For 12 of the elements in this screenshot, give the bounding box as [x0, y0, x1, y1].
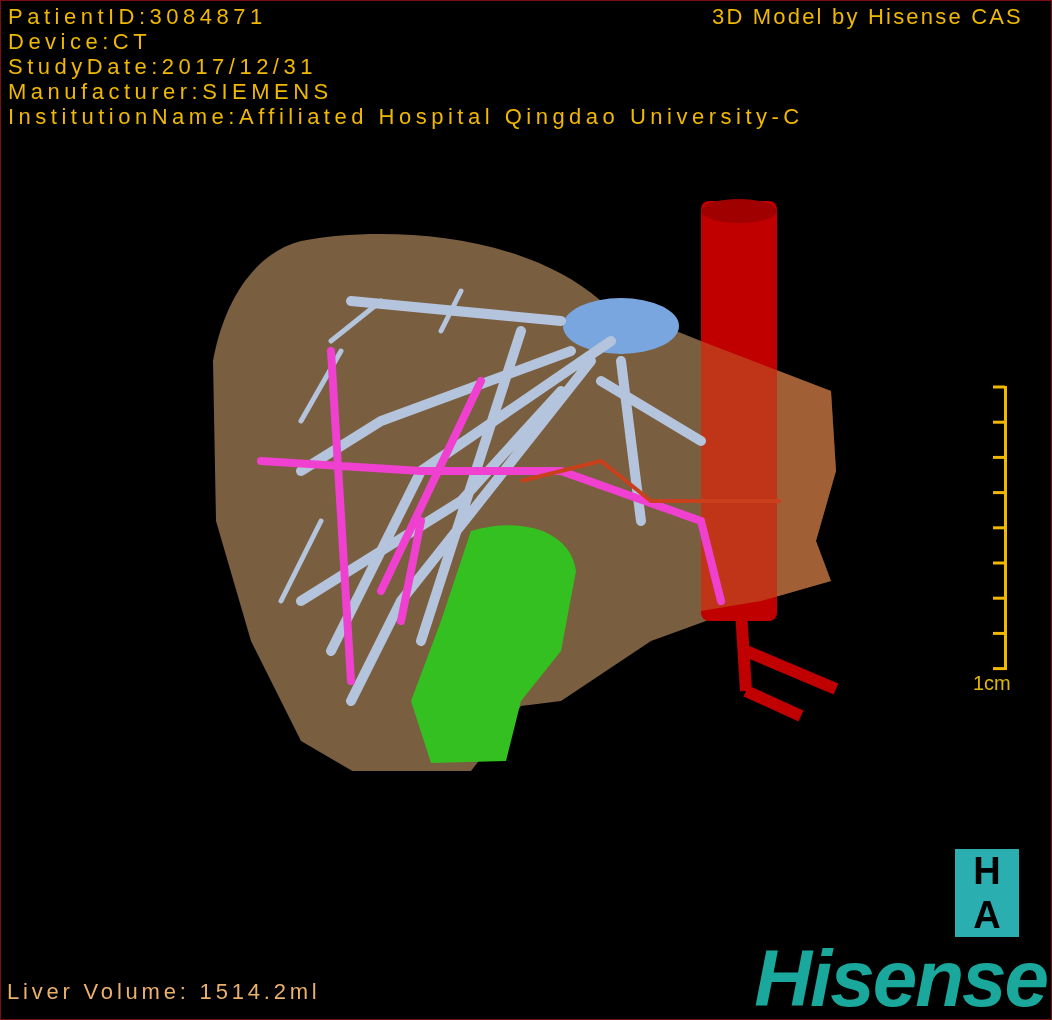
scale-label: 1cm	[973, 671, 1011, 695]
info-line: PatientID:3084871	[8, 4, 267, 29]
orientation-letter: A	[972, 893, 1002, 937]
info-line: Manufacturer:SIEMENS	[8, 79, 333, 104]
scale-bar-icon	[992, 385, 1007, 671]
orientation-letter: H	[972, 849, 1002, 893]
info-line: StudyDate:2017/12/31	[8, 54, 317, 79]
info-line: InstitutionName:Affiliated Hospital Qingdao University-C	[8, 104, 804, 129]
liver-volume: Liver Volume: 1514.2ml	[7, 979, 321, 1004]
info-line: Device:CT	[8, 29, 152, 54]
viewer-title: 3D Model by Hisense CAS	[711, 4, 1023, 29]
logo: Hisense	[754, 939, 1047, 1019]
